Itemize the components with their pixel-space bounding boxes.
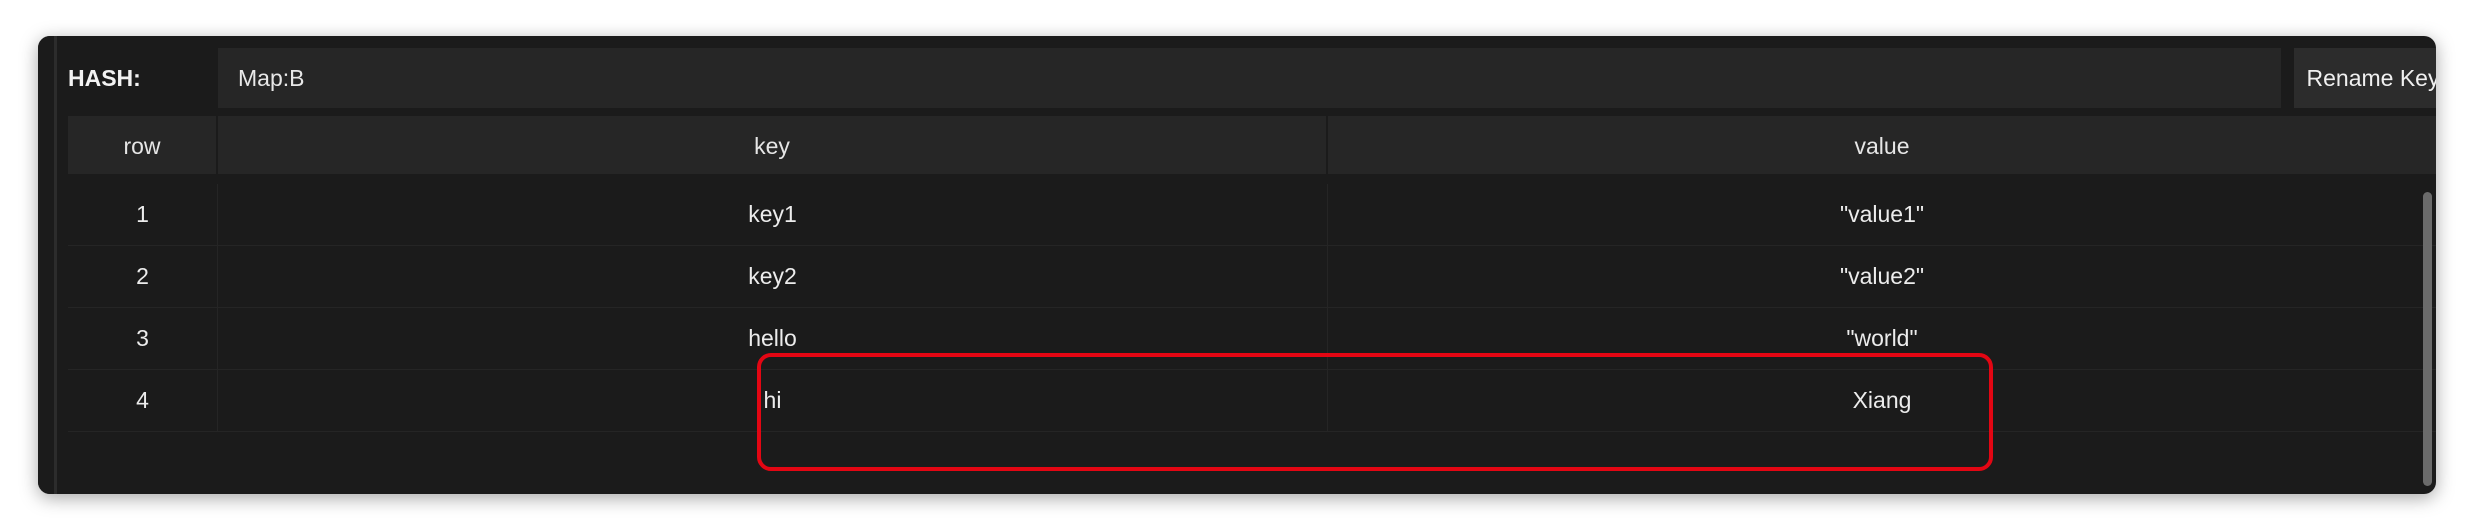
key-cell[interactable]: hello <box>218 308 1328 369</box>
row-number-cell: 1 <box>68 184 218 245</box>
value-cell[interactable]: "value1" <box>1328 184 2436 245</box>
table-header: row key value <box>68 116 2436 176</box>
table-row[interactable]: 1 key1 "value1" <box>68 184 2436 246</box>
row-number-cell: 4 <box>68 370 218 431</box>
table-row[interactable]: 3 hello "world" <box>68 308 2436 370</box>
left-panel-edge[interactable] <box>38 36 57 494</box>
rename-key-button[interactable]: Rename Key <box>2294 48 2436 108</box>
vertical-scrollbar[interactable] <box>2423 192 2432 486</box>
key-cell[interactable]: key2 <box>218 246 1328 307</box>
value-cell[interactable]: Xiang <box>1328 370 2436 431</box>
key-name-input[interactable] <box>218 48 2281 108</box>
hash-type-label: HASH: <box>68 65 141 91</box>
table-row[interactable]: 4 hi Xiang <box>68 370 2436 432</box>
value-cell[interactable]: "value2" <box>1328 246 2436 307</box>
hash-key-bar: HASH: Rename Key <box>68 48 2436 108</box>
row-number-cell: 3 <box>68 308 218 369</box>
row-number-cell: 2 <box>68 246 218 307</box>
column-header-key[interactable]: key <box>218 116 1328 176</box>
column-header-row[interactable]: row <box>68 116 218 176</box>
key-cell[interactable]: key1 <box>218 184 1328 245</box>
table-body: 1 key1 "value1" 2 key2 "value2" 3 hello … <box>68 184 2436 494</box>
key-cell[interactable]: hi <box>218 370 1328 431</box>
value-cell[interactable]: "world" <box>1328 308 2436 369</box>
table-row[interactable]: 2 key2 "value2" <box>68 246 2436 308</box>
column-header-value[interactable]: value <box>1328 116 2436 176</box>
redis-hash-viewer-window: HASH: Rename Key row key value 1 key1 "v… <box>38 36 2436 494</box>
